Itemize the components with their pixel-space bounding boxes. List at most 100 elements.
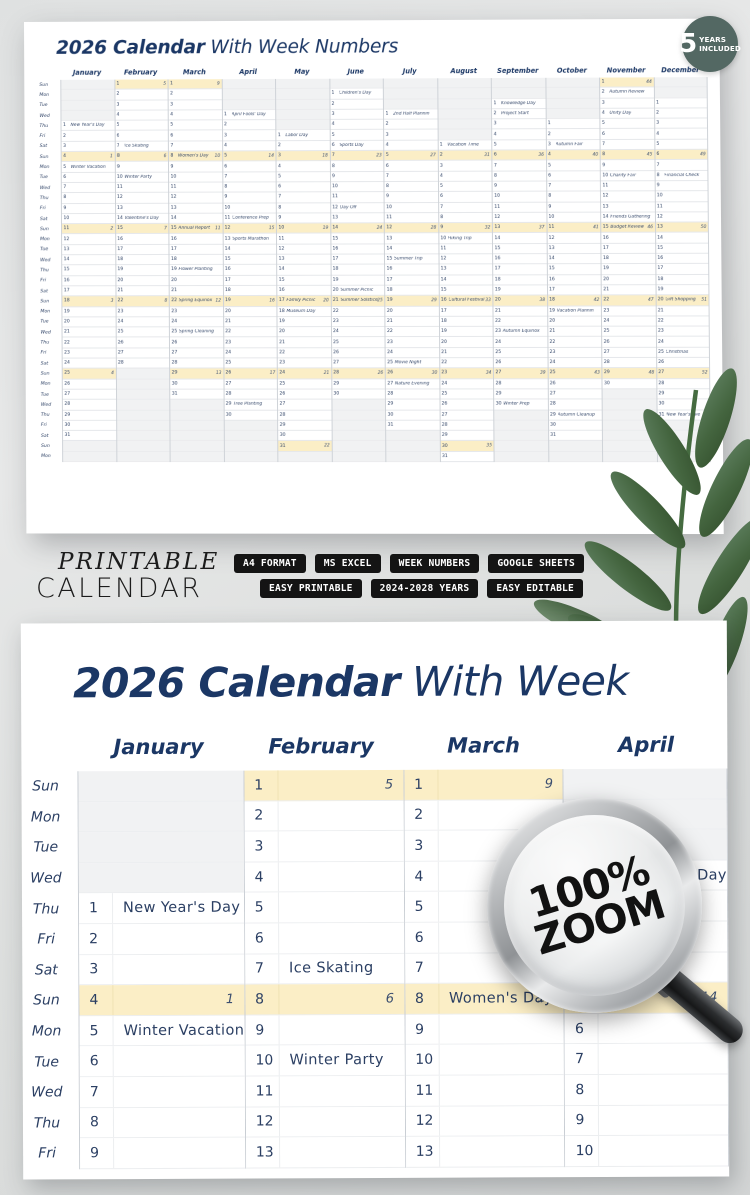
year-day-cell[interactable]: 16 <box>493 254 547 265</box>
year-day-cell[interactable]: 30 <box>224 410 278 421</box>
year-day-cell[interactable] <box>332 430 386 442</box>
year-day-cell[interactable]: 28 <box>116 358 170 369</box>
year-day-cell[interactable]: 8 <box>438 212 492 224</box>
year-day-cell[interactable]: 8 Women's Day 10 <box>168 151 222 163</box>
year-day-cell[interactable] <box>224 451 278 463</box>
year-day-cell[interactable]: 2 <box>222 120 276 131</box>
year-day-cell[interactable]: 13 <box>62 244 115 256</box>
year-day-cell[interactable]: 8 <box>222 182 276 193</box>
zoom-day-cell[interactable]: 2 <box>79 923 244 955</box>
year-day-cell[interactable] <box>170 420 224 431</box>
year-day-cell[interactable]: 2 31 <box>438 150 492 162</box>
year-day-cell[interactable]: 26 <box>440 399 494 411</box>
year-day-cell[interactable] <box>657 451 710 463</box>
year-day-cell[interactable]: 20 <box>62 317 116 328</box>
year-day-cell[interactable]: 25 <box>331 337 385 348</box>
year-day-cell[interactable]: 12 <box>169 192 222 204</box>
year-day-cell[interactable] <box>276 109 330 121</box>
year-day-cell[interactable] <box>657 420 710 431</box>
year-day-cell[interactable]: 30 <box>278 430 332 442</box>
year-day-cell[interactable] <box>116 399 170 411</box>
year-day-cell[interactable]: 9 <box>168 161 222 173</box>
year-day-cell[interactable]: 15 <box>277 275 331 286</box>
zoom-day-cell[interactable]: 2 <box>564 890 728 923</box>
year-day-cell[interactable]: 5 <box>276 171 330 183</box>
year-day-cell[interactable]: 5 <box>654 139 708 151</box>
year-day-cell[interactable] <box>602 430 657 442</box>
year-day-cell[interactable]: 24 <box>116 317 169 328</box>
year-day-cell[interactable]: 22 <box>547 337 602 348</box>
year-day-cell[interactable]: 28 26 <box>331 368 385 380</box>
year-day-cell[interactable]: 28 <box>385 389 440 400</box>
year-day-cell[interactable]: 24 <box>656 337 709 348</box>
year-day-cell[interactable]: 10 <box>492 191 546 203</box>
year-day-cell[interactable]: 15 <box>223 254 277 266</box>
year-day-cell[interactable]: 22 <box>385 327 439 338</box>
year-day-cell[interactable]: 13 <box>439 264 493 276</box>
year-day-cell[interactable]: 7 <box>438 202 492 213</box>
year-day-cell[interactable]: 12 15 <box>223 223 276 235</box>
year-day-cell[interactable]: 26 30 <box>385 368 439 380</box>
year-day-cell[interactable]: 6 36 <box>492 150 546 161</box>
year-day-cell[interactable]: 28 <box>602 357 656 369</box>
year-day-cell[interactable]: 25 4 <box>62 368 116 380</box>
year-day-cell[interactable]: 11 <box>438 243 493 255</box>
year-day-cell[interactable] <box>654 77 707 88</box>
zoom-day-cell[interactable]: 9 <box>405 1013 565 1046</box>
year-day-cell[interactable] <box>437 109 492 120</box>
year-day-cell[interactable]: 25 <box>277 379 331 390</box>
year-day-cell[interactable]: 30 <box>170 379 224 390</box>
year-day-cell[interactable]: 5 14 <box>222 151 276 162</box>
year-day-cell[interactable] <box>383 78 437 89</box>
year-day-cell[interactable]: 2 Autumn Review <box>600 87 654 99</box>
zoom-day-cell[interactable] <box>78 862 244 894</box>
year-day-cell[interactable]: 3 <box>222 130 276 142</box>
year-day-cell[interactable]: 9 <box>330 171 384 183</box>
year-day-cell[interactable] <box>654 87 707 99</box>
year-day-cell[interactable] <box>278 451 332 463</box>
year-day-cell[interactable]: 20 Summer Picnic <box>331 285 385 297</box>
year-day-cell[interactable]: 4 Unity Day <box>600 108 654 120</box>
zoom-day-cell[interactable]: 2 <box>244 800 404 832</box>
year-day-cell[interactable] <box>602 441 657 452</box>
year-day-cell[interactable]: 26 <box>602 337 656 348</box>
year-day-cell[interactable] <box>222 78 276 90</box>
year-day-cell[interactable]: 11 <box>276 233 330 245</box>
year-day-cell[interactable]: 22 <box>277 347 331 359</box>
year-day-cell[interactable]: 26 <box>493 358 548 369</box>
year-day-cell[interactable]: 30 <box>331 389 385 400</box>
year-day-cell[interactable] <box>332 451 386 463</box>
year-day-cell[interactable]: 30 <box>548 420 602 431</box>
year-day-cell[interactable]: 20 <box>169 275 223 287</box>
year-day-cell[interactable]: 9 <box>222 192 276 204</box>
year-day-cell[interactable]: 15 Annual Report 11 <box>169 223 223 235</box>
year-day-cell[interactable]: 28 <box>278 410 332 421</box>
year-day-cell[interactable]: 30 <box>62 420 116 432</box>
year-day-cell[interactable] <box>331 399 386 411</box>
year-day-cell[interactable]: 30 35 <box>440 441 494 452</box>
year-day-cell[interactable]: 30 Winter Prep <box>494 399 548 411</box>
year-day-cell[interactable]: 4 <box>492 129 546 141</box>
year-day-cell[interactable]: 25 Christmas <box>656 347 709 358</box>
year-day-cell[interactable] <box>494 430 548 442</box>
year-day-cell[interactable] <box>386 430 440 442</box>
year-day-cell[interactable]: 23 <box>385 337 439 348</box>
zoom-day-cell[interactable]: 86 <box>245 984 405 1016</box>
year-day-cell[interactable]: 14 <box>492 233 547 244</box>
year-day-cell[interactable]: 8 <box>492 171 546 182</box>
year-day-cell[interactable]: 25 <box>493 347 548 359</box>
year-day-cell[interactable]: 20 <box>547 316 602 327</box>
year-day-cell[interactable] <box>222 99 276 111</box>
year-day-cell[interactable]: 3 <box>168 99 222 111</box>
year-day-cell[interactable]: 24 <box>223 348 277 359</box>
year-day-cell[interactable]: 5 <box>438 181 492 193</box>
year-day-cell[interactable] <box>494 451 548 463</box>
zoom-day-cell[interactable]: 9 <box>245 1014 405 1046</box>
year-day-cell[interactable]: 14 <box>439 275 493 286</box>
year-day-cell[interactable]: 16 <box>655 253 709 265</box>
year-day-cell[interactable] <box>276 99 330 110</box>
year-day-cell[interactable]: 28 <box>656 378 710 390</box>
year-day-cell[interactable]: 19 <box>331 275 385 286</box>
year-day-cell[interactable]: 5 <box>546 160 600 172</box>
year-day-cell[interactable]: 9 <box>384 192 438 203</box>
